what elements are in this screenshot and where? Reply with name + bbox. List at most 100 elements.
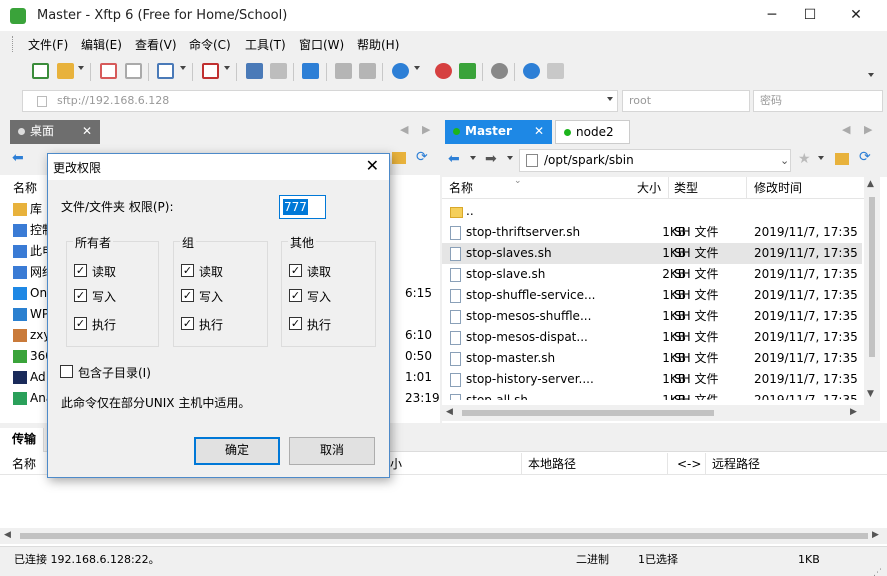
- tab-scroll-left-icon[interactable]: ◀: [400, 123, 408, 136]
- table-row[interactable]: stop-all.sh 1KB SH 文件 2019/11/7, 17:35: [442, 390, 862, 400]
- close-button[interactable]: ✕: [833, 0, 879, 31]
- menu-view[interactable]: 查看(V): [135, 36, 177, 53]
- tab-transfer[interactable]: 传输: [0, 428, 44, 452]
- scroll-right-icon[interactable]: ▶: [850, 407, 857, 417]
- group-read-checkbox[interactable]: ✓: [181, 264, 194, 277]
- horizontal-scrollbar[interactable]: ◀ ▶: [442, 405, 880, 421]
- column-size[interactable]: 小: [390, 453, 402, 475]
- scrollbar-thumb[interactable]: [869, 197, 875, 357]
- download-icon[interactable]: [270, 63, 287, 79]
- password-input[interactable]: 密码: [753, 90, 883, 112]
- owner-read-checkbox[interactable]: ✓: [74, 264, 87, 277]
- terminal-icon[interactable]: [202, 63, 219, 79]
- maximize-button[interactable]: ☐: [787, 0, 833, 31]
- group-write-checkbox[interactable]: ✓: [181, 289, 194, 302]
- table-row[interactable]: stop-mesos-dispat... 1KB SH 文件 2019/11/7, 1…: [442, 327, 862, 348]
- tab-node2[interactable]: node2: [555, 120, 630, 144]
- column-direction[interactable]: <->: [677, 453, 701, 475]
- chevron-down-icon[interactable]: [414, 66, 420, 70]
- open-folder-icon[interactable]: [57, 63, 74, 79]
- tab-desktop[interactable]: 桌面 ✕: [10, 120, 100, 144]
- menu-file[interactable]: 文件(F): [28, 36, 68, 53]
- toolbar-overflow-icon[interactable]: [868, 73, 874, 77]
- permission-input[interactable]: 777: [279, 195, 326, 219]
- help-icon[interactable]: [523, 63, 540, 79]
- folder-up-icon[interactable]: [392, 152, 406, 164]
- others-exec-checkbox[interactable]: ✓: [289, 317, 302, 330]
- table-row[interactable]: ..: [442, 201, 862, 222]
- owner-exec-checkbox[interactable]: ✓: [74, 317, 87, 330]
- refresh-icon[interactable]: ⟳: [859, 149, 871, 165]
- paste-icon[interactable]: [359, 63, 376, 79]
- chevron-down-icon[interactable]: [607, 97, 613, 101]
- close-icon[interactable]: ✕: [366, 156, 379, 175]
- chat-icon[interactable]: [547, 63, 564, 79]
- menu-help[interactable]: 帮助(H): [357, 36, 399, 53]
- disconnect-icon[interactable]: [100, 63, 117, 79]
- column-type[interactable]: 类型: [674, 177, 698, 199]
- tab-master[interactable]: Master ✕: [445, 120, 552, 144]
- back-arrow-icon[interactable]: ⬅: [12, 150, 24, 166]
- folder-up-icon[interactable]: [835, 153, 849, 165]
- menu-tools[interactable]: 工具(T): [245, 36, 286, 53]
- scroll-left-icon[interactable]: ◀: [4, 530, 11, 540]
- vertical-scrollbar[interactable]: ▲ ▼: [864, 177, 880, 407]
- chevron-down-icon[interactable]: [180, 66, 186, 70]
- ok-button[interactable]: 确定: [194, 437, 280, 465]
- others-read-checkbox[interactable]: ✓: [289, 264, 302, 277]
- table-row[interactable]: stop-history-server.... 1KB SH 文件 2019/11/7…: [442, 369, 862, 390]
- globe-icon[interactable]: [392, 63, 409, 79]
- column-name[interactable]: 名称: [13, 179, 37, 196]
- owner-write-checkbox[interactable]: ✓: [74, 289, 87, 302]
- column-name[interactable]: 名称: [449, 177, 473, 199]
- tab-scroll-left-icon[interactable]: ◀: [842, 123, 850, 136]
- chevron-down-icon[interactable]: ⌄: [780, 150, 789, 171]
- table-row[interactable]: stop-slave.sh 2KB SH 文件 2019/11/7, 17:35: [442, 264, 862, 285]
- table-row[interactable]: stop-master.sh 1KB SH 文件 2019/11/7, 17:35: [442, 348, 862, 369]
- reconnect-icon[interactable]: [125, 63, 142, 79]
- menu-command[interactable]: 命令(C): [189, 36, 231, 53]
- close-icon[interactable]: ✕: [534, 120, 544, 142]
- resize-grip-icon[interactable]: ⋰: [873, 563, 882, 576]
- close-icon[interactable]: ✕: [82, 120, 92, 142]
- column-local-path[interactable]: 本地路径: [528, 453, 576, 475]
- cancel-button[interactable]: 取消: [289, 437, 375, 465]
- column-size[interactable]: 大小: [637, 177, 661, 199]
- new-session-icon[interactable]: [32, 63, 49, 79]
- transfer-horizontal-scrollbar[interactable]: ◀ ▶: [0, 528, 887, 544]
- copy-icon[interactable]: [335, 63, 352, 79]
- scrollbar-thumb[interactable]: [20, 533, 868, 539]
- group-exec-checkbox[interactable]: ✓: [181, 317, 194, 330]
- scrollbar-thumb[interactable]: [462, 410, 714, 416]
- table-row[interactable]: stop-shuffle-service... 1KB SH 文件 2019/11/7…: [442, 285, 862, 306]
- scroll-left-icon[interactable]: ◀: [446, 407, 453, 417]
- chevron-down-icon[interactable]: [78, 66, 84, 70]
- column-name[interactable]: 名称: [12, 453, 36, 475]
- gear-icon[interactable]: [491, 63, 508, 79]
- column-remote-path[interactable]: 远程路径: [712, 453, 760, 475]
- path-input[interactable]: /opt/spark/sbin ⌄: [519, 149, 791, 172]
- scroll-down-icon[interactable]: ▼: [867, 389, 874, 399]
- tab-scroll-right-icon[interactable]: ▶: [422, 123, 430, 136]
- table-row[interactable]: stop-thriftserver.sh 1KB SH 文件 2019/11/7, 1…: [442, 222, 862, 243]
- upload-icon[interactable]: [246, 63, 263, 79]
- table-row[interactable]: stop-mesos-shuffle... 1KB SH 文件 2019/11/7, …: [442, 306, 862, 327]
- xftp-icon[interactable]: [459, 63, 476, 79]
- chevron-down-icon[interactable]: [224, 66, 230, 70]
- properties-icon[interactable]: [157, 63, 174, 79]
- scroll-right-icon[interactable]: ▶: [872, 530, 879, 540]
- refresh-icon[interactable]: ⟳: [416, 149, 428, 165]
- host-input[interactable]: sftp://192.168.6.128: [22, 90, 618, 112]
- xshell-icon[interactable]: [435, 63, 452, 79]
- scroll-up-icon[interactable]: ▲: [867, 179, 874, 189]
- back-arrow-icon[interactable]: ⬅: [448, 151, 460, 167]
- bookmark-star-icon[interactable]: ★: [798, 151, 811, 167]
- include-subdirs-checkbox[interactable]: [60, 365, 73, 378]
- tab-scroll-right-icon[interactable]: ▶: [864, 123, 872, 136]
- sync-arrows-icon[interactable]: [302, 63, 319, 79]
- username-input[interactable]: root: [622, 90, 750, 112]
- forward-arrow-icon[interactable]: ➡: [485, 151, 497, 167]
- menu-window[interactable]: 窗口(W): [299, 36, 344, 53]
- menu-edit[interactable]: 编辑(E): [81, 36, 122, 53]
- table-row[interactable]: stop-slaves.sh 1KB SH 文件 2019/11/7, 17:35: [442, 243, 862, 264]
